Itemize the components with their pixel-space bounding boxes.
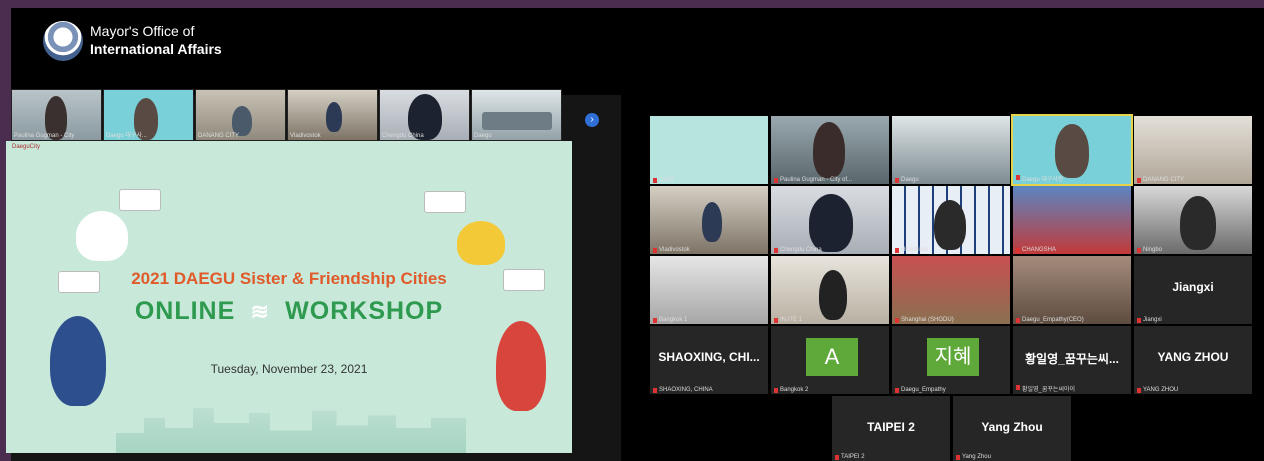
participant-name: Bangkok 1 bbox=[652, 317, 688, 323]
thumbnail-name: Paulina Gugman - City bbox=[14, 133, 75, 139]
participant-name: Daegu 대구사랑 bbox=[1015, 174, 1063, 183]
participant-name: Jiangxi bbox=[1137, 317, 1162, 323]
title-online: ONLINE bbox=[134, 297, 236, 325]
video-tile[interactable]: Bangkok 1 bbox=[650, 256, 768, 324]
video-tile[interactable]: Ningbo bbox=[1134, 186, 1252, 254]
wifi-icon: ≋ bbox=[250, 299, 270, 324]
thumbnail-tile[interactable]: DANANG CITY bbox=[195, 89, 286, 141]
video-tile[interactable]: DANANG CITY bbox=[1134, 116, 1252, 184]
participant-display-name: SHAOXING, CHI... bbox=[658, 350, 760, 364]
slide-subtitle: ONLINE ≋ WORKSHOP bbox=[6, 297, 572, 326]
org-name-line2: International Affairs bbox=[90, 41, 222, 57]
participant-name: Daegu_Empathy(CEO) bbox=[1016, 317, 1084, 323]
participant-name: DANANG CITY bbox=[1136, 177, 1185, 183]
speech-bubble-icon bbox=[119, 189, 161, 211]
participant-video bbox=[232, 106, 252, 136]
video-tile[interactable]: DaeB bbox=[650, 116, 768, 184]
top-banner: Mayor's Office of International Affairs bbox=[11, 8, 1264, 92]
org-name-line1: Mayor's Office of bbox=[90, 23, 195, 39]
title-workshop: WORKSHOP bbox=[285, 297, 444, 325]
thumbnail-tile[interactable]: Chengdu China bbox=[379, 89, 470, 141]
city-skyline-illustration bbox=[116, 408, 466, 453]
participant-display-name: Yang Zhou bbox=[981, 420, 1043, 434]
participant-name: CHANGSHA bbox=[1015, 247, 1057, 253]
participant-name: Daegu bbox=[895, 177, 919, 183]
thumbnail-name: Daegu 대구사... bbox=[106, 133, 147, 139]
thumbnail-tile[interactable]: Paulina Gugman - City bbox=[11, 89, 102, 141]
participant-name: TAIPEI 2 bbox=[835, 454, 865, 460]
city-seal-logo bbox=[43, 21, 83, 61]
illustration-person bbox=[457, 221, 505, 265]
video-tile-off[interactable]: SHAOXING, CHI... SHAOXING, CHINA bbox=[650, 326, 768, 394]
slide-tag: DaeguCity bbox=[12, 144, 41, 150]
participant-name: Paulina Gugman - City of... bbox=[773, 177, 853, 183]
participant-name: Chengdu China bbox=[774, 247, 822, 253]
participant-name: Ningbo bbox=[1136, 247, 1163, 253]
video-tile[interactable]: Hiroshima bbox=[892, 186, 1010, 254]
thumbnail-strip: Paulina Gugman - City Daegu 대구사... DANAN… bbox=[11, 89, 581, 141]
profile-avatar: 지혜 bbox=[927, 338, 979, 376]
participant-display-name: TAIPEI 2 bbox=[867, 420, 915, 434]
video-tile-off[interactable]: 황일영_꿈꾸는씨... 황일영_꿈꾸는씨아이 bbox=[1013, 326, 1131, 394]
thumbnail-name: Daegu bbox=[474, 133, 492, 139]
speech-bubble-icon bbox=[424, 191, 466, 213]
thumbnail-tile[interactable]: Daegu 대구사... bbox=[103, 89, 194, 141]
video-tile[interactable]: Daegu bbox=[892, 116, 1010, 184]
video-tile[interactable]: Paulina Gugman - City of... bbox=[771, 116, 889, 184]
room-video bbox=[482, 112, 552, 130]
video-tile-avatar[interactable]: 지혜 Daegu_Empathy bbox=[892, 326, 1010, 394]
video-tile[interactable]: Chengdu China bbox=[771, 186, 889, 254]
video-tile[interactable]: Vladivostok bbox=[650, 186, 768, 254]
video-tile[interactable]: IN.ITE 1 bbox=[771, 256, 889, 324]
thumbnail-name: Chengdu China bbox=[382, 133, 424, 139]
video-tile[interactable]: Shanghai (SHGDU) bbox=[892, 256, 1010, 324]
video-tile-off[interactable]: TAIPEI 2 TAIPEI 2 bbox=[832, 396, 950, 461]
participant-video bbox=[813, 122, 845, 178]
participant-name: Bangkok 2 bbox=[773, 387, 809, 393]
participant-name: Shanghai (SHGDU) bbox=[895, 317, 954, 323]
participant-name: IN.ITE 1 bbox=[773, 317, 803, 323]
video-tile-active-speaker[interactable]: Daegu 대구사랑 bbox=[1011, 114, 1133, 186]
participant-name: YANG ZHOU bbox=[1136, 387, 1179, 393]
next-page-button[interactable]: › bbox=[585, 113, 599, 127]
profile-avatar: A bbox=[806, 338, 858, 376]
slide-date: Tuesday, November 23, 2021 bbox=[210, 362, 368, 376]
thumbnail-name: DANANG CITY bbox=[198, 133, 240, 139]
participant-name: Yang Zhou bbox=[956, 454, 991, 460]
slide-title: 2021 DAEGU Sister & Friendship Cities bbox=[131, 269, 447, 288]
video-tile-off[interactable]: Jiangxi Jiangxi bbox=[1134, 256, 1252, 324]
video-tile-off[interactable]: Yang Zhou Yang Zhou bbox=[953, 396, 1071, 461]
participant-video bbox=[702, 202, 722, 242]
participant-video bbox=[1055, 124, 1089, 178]
participant-name: SHAOXING, CHINA bbox=[653, 387, 713, 393]
participant-name: Hiroshima bbox=[894, 247, 929, 253]
participant-name: 황일영_꿈꾸는씨아이 bbox=[1015, 384, 1075, 393]
thumbnail-tile[interactable]: Daegu bbox=[471, 89, 562, 141]
illustration-person bbox=[76, 211, 128, 261]
video-tile[interactable]: Daegu_Empathy(CEO) bbox=[1013, 256, 1131, 324]
participant-name: DaeB bbox=[652, 177, 675, 183]
participant-video bbox=[326, 102, 342, 132]
participant-video bbox=[819, 270, 847, 320]
participant-video bbox=[809, 194, 853, 252]
participant-video bbox=[1180, 196, 1216, 250]
participant-name: Daegu_Empathy bbox=[895, 387, 946, 393]
participant-video bbox=[934, 200, 966, 250]
video-tile[interactable]: CHANGSHA bbox=[1013, 186, 1131, 254]
participant-display-name: Jiangxi bbox=[1172, 280, 1214, 294]
shared-slide: DaeguCity 2021 DAEGU Sister & Friendship… bbox=[6, 141, 572, 453]
illustration-person bbox=[50, 316, 106, 406]
video-tile-avatar[interactable]: A Bangkok 2 bbox=[771, 326, 889, 394]
participant-display-name: 황일영_꿈꾸는씨... bbox=[1025, 352, 1119, 366]
participant-display-name: YANG ZHOU bbox=[1157, 350, 1229, 364]
participant-name: Vladivostok bbox=[653, 247, 690, 253]
thumbnail-name: Vladivostok bbox=[290, 133, 321, 139]
thumbnail-tile[interactable]: Vladivostok bbox=[287, 89, 378, 141]
video-tile-off[interactable]: YANG ZHOU YANG ZHOU bbox=[1134, 326, 1252, 394]
